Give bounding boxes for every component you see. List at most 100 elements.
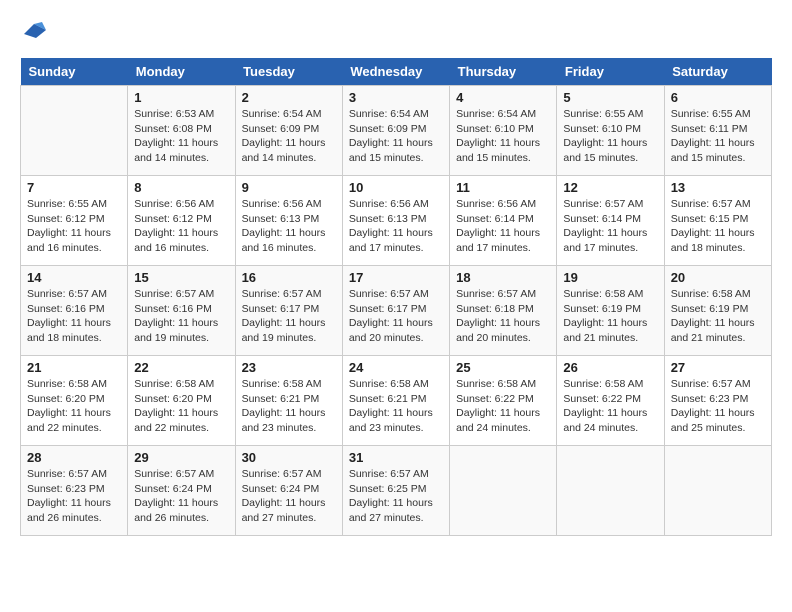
weekday-header-wednesday: Wednesday bbox=[342, 58, 449, 86]
calendar-cell: 31Sunrise: 6:57 AM Sunset: 6:25 PM Dayli… bbox=[342, 446, 449, 536]
day-info: Sunrise: 6:57 AM Sunset: 6:24 PM Dayligh… bbox=[242, 467, 336, 526]
day-info: Sunrise: 6:55 AM Sunset: 6:12 PM Dayligh… bbox=[27, 197, 121, 256]
calendar-cell: 20 Sunrise: 6:58 AM Sunset: 6:19 PM Dayli… bbox=[664, 266, 771, 356]
day-number: 8 bbox=[134, 180, 228, 195]
day-info: Sunrise: 6:58 AM Sunset: 6:19 PM Dayligh… bbox=[563, 287, 657, 346]
calendar-header: SundayMondayTuesdayWednesdayThursdayFrid… bbox=[21, 58, 772, 86]
calendar-cell: 9 Sunrise: 6:56 AM Sunset: 6:13 PM Daylig… bbox=[235, 176, 342, 266]
day-info: Sunrise: 6:57 AM Sunset: 6:25 PM Dayligh… bbox=[349, 467, 443, 526]
day-info: Sunrise: 6:57 AM Sunset: 6:16 PM Dayligh… bbox=[134, 287, 228, 346]
logo bbox=[20, 20, 46, 48]
calendar-cell: 14 Sunrise: 6:57 AM Sunset: 6:16 PM Dayli… bbox=[21, 266, 128, 356]
day-info: Sunrise: 6:54 AM Sunset: 6:09 PM Dayligh… bbox=[349, 107, 443, 166]
day-info: Sunrise: 6:57 AM Sunset: 6:23 PM Dayligh… bbox=[671, 377, 765, 436]
calendar-cell: 25 Sunrise: 6:58 AM Sunset: 6:22 PM Dayli… bbox=[450, 356, 557, 446]
day-info: Sunrise: 6:57 AM Sunset: 6:18 PM Dayligh… bbox=[456, 287, 550, 346]
day-info: Sunrise: 6:56 AM Sunset: 6:14 PM Dayligh… bbox=[456, 197, 550, 256]
day-number: 1 bbox=[134, 90, 228, 105]
day-number: 25 bbox=[456, 360, 550, 375]
calendar-week-4: 21Sunrise: 6:58 AM Sunset: 6:20 PM Dayli… bbox=[21, 356, 772, 446]
day-number: 5 bbox=[563, 90, 657, 105]
day-info: Sunrise: 6:58 AM Sunset: 6:22 PM Dayligh… bbox=[456, 377, 550, 436]
weekday-header-saturday: Saturday bbox=[664, 58, 771, 86]
day-number: 23 bbox=[242, 360, 336, 375]
day-info: Sunrise: 6:58 AM Sunset: 6:21 PM Dayligh… bbox=[242, 377, 336, 436]
calendar-cell: 4 Sunrise: 6:54 AM Sunset: 6:10 PM Daylig… bbox=[450, 86, 557, 176]
day-number: 10 bbox=[349, 180, 443, 195]
calendar-cell: 15 Sunrise: 6:57 AM Sunset: 6:16 PM Dayli… bbox=[128, 266, 235, 356]
weekday-header-sunday: Sunday bbox=[21, 58, 128, 86]
weekday-header-thursday: Thursday bbox=[450, 58, 557, 86]
logo-bird-icon bbox=[24, 20, 46, 48]
day-number: 19 bbox=[563, 270, 657, 285]
day-info: Sunrise: 6:57 AM Sunset: 6:15 PM Dayligh… bbox=[671, 197, 765, 256]
calendar-table: SundayMondayTuesdayWednesdayThursdayFrid… bbox=[20, 58, 772, 536]
day-info: Sunrise: 6:55 AM Sunset: 6:11 PM Dayligh… bbox=[671, 107, 765, 166]
calendar-week-3: 14 Sunrise: 6:57 AM Sunset: 6:16 PM Dayli… bbox=[21, 266, 772, 356]
day-info: Sunrise: 6:58 AM Sunset: 6:20 PM Dayligh… bbox=[134, 377, 228, 436]
weekday-header-friday: Friday bbox=[557, 58, 664, 86]
calendar-cell bbox=[557, 446, 664, 536]
day-info: Sunrise: 6:56 AM Sunset: 6:13 PM Dayligh… bbox=[349, 197, 443, 256]
calendar-cell bbox=[21, 86, 128, 176]
calendar-cell: 18 Sunrise: 6:57 AM Sunset: 6:18 PM Dayli… bbox=[450, 266, 557, 356]
day-number: 26 bbox=[563, 360, 657, 375]
day-number: 11 bbox=[456, 180, 550, 195]
calendar-cell: 22 Sunrise: 6:58 AM Sunset: 6:20 PM Dayli… bbox=[128, 356, 235, 446]
calendar-week-5: 28Sunrise: 6:57 AM Sunset: 6:23 PM Dayli… bbox=[21, 446, 772, 536]
page-header bbox=[20, 20, 772, 48]
day-info: Sunrise: 6:54 AM Sunset: 6:10 PM Dayligh… bbox=[456, 107, 550, 166]
day-number: 18 bbox=[456, 270, 550, 285]
day-number: 20 bbox=[671, 270, 765, 285]
calendar-cell: 3 Sunrise: 6:54 AM Sunset: 6:09 PM Daylig… bbox=[342, 86, 449, 176]
day-number: 22 bbox=[134, 360, 228, 375]
day-number: 6 bbox=[671, 90, 765, 105]
day-info: Sunrise: 6:57 AM Sunset: 6:24 PM Dayligh… bbox=[134, 467, 228, 526]
day-number: 4 bbox=[456, 90, 550, 105]
calendar-cell bbox=[450, 446, 557, 536]
calendar-cell: 17Sunrise: 6:57 AM Sunset: 6:17 PM Dayli… bbox=[342, 266, 449, 356]
calendar-cell bbox=[664, 446, 771, 536]
calendar-cell: 23 Sunrise: 6:58 AM Sunset: 6:21 PM Dayli… bbox=[235, 356, 342, 446]
day-number: 16 bbox=[242, 270, 336, 285]
calendar-cell: 21Sunrise: 6:58 AM Sunset: 6:20 PM Dayli… bbox=[21, 356, 128, 446]
day-info: Sunrise: 6:56 AM Sunset: 6:13 PM Dayligh… bbox=[242, 197, 336, 256]
day-info: Sunrise: 6:58 AM Sunset: 6:20 PM Dayligh… bbox=[27, 377, 121, 436]
day-info: Sunrise: 6:57 AM Sunset: 6:14 PM Dayligh… bbox=[563, 197, 657, 256]
day-number: 30 bbox=[242, 450, 336, 465]
day-info: Sunrise: 6:56 AM Sunset: 6:12 PM Dayligh… bbox=[134, 197, 228, 256]
calendar-cell: 12 Sunrise: 6:57 AM Sunset: 6:14 PM Dayli… bbox=[557, 176, 664, 266]
day-number: 17 bbox=[349, 270, 443, 285]
calendar-week-1: 1Sunrise: 6:53 AM Sunset: 6:08 PM Daylig… bbox=[21, 86, 772, 176]
calendar-cell: 5 Sunrise: 6:55 AM Sunset: 6:10 PM Daylig… bbox=[557, 86, 664, 176]
day-number: 3 bbox=[349, 90, 443, 105]
day-info: Sunrise: 6:58 AM Sunset: 6:19 PM Dayligh… bbox=[671, 287, 765, 346]
calendar-cell: 28Sunrise: 6:57 AM Sunset: 6:23 PM Dayli… bbox=[21, 446, 128, 536]
calendar-cell: 11 Sunrise: 6:56 AM Sunset: 6:14 PM Dayli… bbox=[450, 176, 557, 266]
day-info: Sunrise: 6:55 AM Sunset: 6:10 PM Dayligh… bbox=[563, 107, 657, 166]
day-number: 12 bbox=[563, 180, 657, 195]
day-number: 15 bbox=[134, 270, 228, 285]
day-number: 28 bbox=[27, 450, 121, 465]
day-info: Sunrise: 6:54 AM Sunset: 6:09 PM Dayligh… bbox=[242, 107, 336, 166]
day-number: 7 bbox=[27, 180, 121, 195]
day-number: 14 bbox=[27, 270, 121, 285]
day-number: 2 bbox=[242, 90, 336, 105]
day-info: Sunrise: 6:58 AM Sunset: 6:22 PM Dayligh… bbox=[563, 377, 657, 436]
day-info: Sunrise: 6:58 AM Sunset: 6:21 PM Dayligh… bbox=[349, 377, 443, 436]
weekday-header-monday: Monday bbox=[128, 58, 235, 86]
day-number: 9 bbox=[242, 180, 336, 195]
day-number: 24 bbox=[349, 360, 443, 375]
calendar-cell: 7 Sunrise: 6:55 AM Sunset: 6:12 PM Daylig… bbox=[21, 176, 128, 266]
day-info: Sunrise: 6:57 AM Sunset: 6:16 PM Dayligh… bbox=[27, 287, 121, 346]
calendar-cell: 26 Sunrise: 6:58 AM Sunset: 6:22 PM Dayli… bbox=[557, 356, 664, 446]
calendar-cell: 16 Sunrise: 6:57 AM Sunset: 6:17 PM Dayli… bbox=[235, 266, 342, 356]
calendar-cell: 8 Sunrise: 6:56 AM Sunset: 6:12 PM Daylig… bbox=[128, 176, 235, 266]
calendar-cell: 19 Sunrise: 6:58 AM Sunset: 6:19 PM Dayli… bbox=[557, 266, 664, 356]
weekday-header-tuesday: Tuesday bbox=[235, 58, 342, 86]
calendar-cell: 29Sunrise: 6:57 AM Sunset: 6:24 PM Dayli… bbox=[128, 446, 235, 536]
day-number: 27 bbox=[671, 360, 765, 375]
calendar-cell: 10 Sunrise: 6:56 AM Sunset: 6:13 PM Dayli… bbox=[342, 176, 449, 266]
calendar-cell: 2 Sunrise: 6:54 AM Sunset: 6:09 PM Daylig… bbox=[235, 86, 342, 176]
day-info: Sunrise: 6:57 AM Sunset: 6:17 PM Dayligh… bbox=[242, 287, 336, 346]
